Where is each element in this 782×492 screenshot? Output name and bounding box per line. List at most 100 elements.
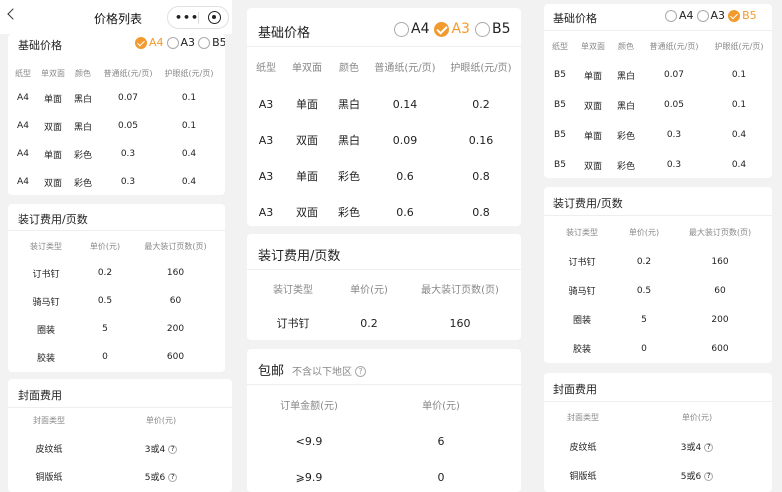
cell-binding-type: 圈装 xyxy=(36,325,55,336)
cell-eye: 0.16 xyxy=(468,133,494,147)
cell-sides: 单面 xyxy=(296,98,318,111)
title-divider xyxy=(247,384,521,385)
cell-shipping-price: 0 xyxy=(437,470,445,484)
cell-binding-type: 骑马钉 xyxy=(32,297,60,308)
cell-eye: 0.4 xyxy=(181,149,197,159)
cell-sides: 双面 xyxy=(296,134,318,147)
cell-normal: 0.05 xyxy=(663,100,685,110)
header-cover-type: 封面类型 xyxy=(33,416,65,425)
question-icon[interactable]: ? xyxy=(704,472,714,481)
cell-sides: 双面 xyxy=(296,206,318,219)
radio-b5[interactable]: B5 xyxy=(198,36,225,49)
cover-price-text: 3或4 xyxy=(144,444,166,455)
radio-label: A3 xyxy=(710,9,726,22)
radio-a3[interactable]: A3 xyxy=(166,36,195,49)
question-icon[interactable]: ? xyxy=(168,472,178,482)
cell-normal: 0.3 xyxy=(666,160,682,170)
header-eye: 护眼纸(元/页) xyxy=(164,69,214,78)
cover-price-text: 3或4 xyxy=(680,443,702,453)
question-icon[interactable]: ? xyxy=(704,443,714,452)
radio-a4[interactable]: A4 xyxy=(135,36,164,49)
header-unit-price: 单价(元) xyxy=(350,285,388,296)
cell-binding-type: 胶装 xyxy=(572,345,591,355)
paper-size-selector: A4 A3 B5 xyxy=(662,9,757,22)
radio-a4[interactable]: A4 xyxy=(394,21,429,37)
base-price-card-b5: 基础价格 A4 A3 B5 纸型 单双面 颜色 普通纸(元/页) 护眼纸(元/页… xyxy=(544,4,772,178)
binding-rows: 订书钉 0.2 160 xyxy=(247,310,521,336)
binding-rows: 订书钉 0.2 160 骑马钉 0.5 60 圈装 5 200 胶装 0 600 xyxy=(8,259,225,371)
radio-label: A4 xyxy=(411,21,430,37)
cell-order-amount: ⩾9.9 xyxy=(295,470,323,484)
cell-normal: 0.07 xyxy=(663,70,685,80)
cell-eye: 0.1 xyxy=(181,121,197,131)
base-price-header-row: 纸型 单双面 颜色 普通纸(元/页) 护眼纸(元/页) xyxy=(247,59,521,74)
cell-cover-price: 5或6? xyxy=(90,470,232,483)
cell-unit-price: 0 xyxy=(641,343,647,354)
cell-sides: 单面 xyxy=(583,131,602,142)
radio-circle xyxy=(394,21,409,37)
radio-circle xyxy=(474,21,490,37)
cover-header-row: 封面类型 单价(元) xyxy=(8,415,232,426)
header-paper: 纸型 xyxy=(15,69,31,78)
header-eye: 护眼纸(元/页) xyxy=(714,42,764,51)
radio-b5[interactable]: B5 xyxy=(474,21,511,37)
cell-sides: 单面 xyxy=(43,150,62,161)
radio-b5[interactable]: B5 xyxy=(728,9,757,22)
radio-label: B5 xyxy=(742,9,757,22)
capsule-menu: ••• xyxy=(167,6,229,29)
base-price-title: 基础价格 xyxy=(553,12,597,25)
cell-paper: A4 xyxy=(17,149,29,159)
radio-circle xyxy=(198,36,211,49)
question-icon[interactable]: ? xyxy=(168,444,178,454)
cell-max-pages: 60 xyxy=(169,296,182,306)
header-sides: 单双面 xyxy=(581,42,605,51)
cell-max-pages: 60 xyxy=(714,285,726,296)
radio-a3[interactable]: A3 xyxy=(434,21,470,37)
cell-max-pages: 600 xyxy=(711,343,729,354)
header-color: 颜色 xyxy=(339,63,359,74)
title-divider xyxy=(8,407,232,408)
radio-a4[interactable]: A4 xyxy=(665,9,694,22)
radio-circle xyxy=(166,36,179,49)
cell-unit-price: 0.2 xyxy=(97,268,113,278)
radio-circle xyxy=(696,9,709,22)
cell-cover-price: 3或4? xyxy=(622,440,772,453)
cell-normal: 0.6 xyxy=(396,169,414,183)
radio-label: B5 xyxy=(491,21,511,37)
radio-label: A4 xyxy=(679,9,694,22)
cell-sides: 单面 xyxy=(43,94,62,105)
header-unit-price: 单价(元) xyxy=(628,228,660,237)
radio-label: B5 xyxy=(212,36,225,49)
cell-binding-type: 订书钉 xyxy=(276,317,310,330)
base-price-rows: A4 单面 黑白 0.07 0.1 A4 双面 黑白 0.05 0.1 A4 单面 彩色 0.3 0.4… xyxy=(8,84,225,195)
cell-cover-type: 铜版纸 xyxy=(35,472,63,483)
binding-header-row: 装订类型 单价(元) 最大装订页数(页) xyxy=(8,241,225,252)
cell-binding-type: 胶装 xyxy=(36,353,55,364)
cover-card-left: 封面费用 封面类型 单价(元) 皮纹纸 3或4? 铜版纸 5或6? xyxy=(8,379,232,492)
radio-circle xyxy=(728,9,741,22)
shipping-header-row: 订单金额(元) 单价(元) xyxy=(247,397,521,412)
capsule-divider xyxy=(198,12,199,24)
more-dots-icon[interactable]: ••• xyxy=(175,12,199,23)
question-icon[interactable]: ? xyxy=(355,366,367,377)
cell-cover-type: 铜版纸 xyxy=(569,472,597,482)
binding-title: 装订费用/页数 xyxy=(258,249,341,264)
cell-max-pages: 600 xyxy=(166,352,185,362)
cell-paper: A3 xyxy=(258,205,274,219)
binding-title: 装订费用/页数 xyxy=(553,197,623,210)
title-divider xyxy=(544,401,772,402)
title-divider xyxy=(247,269,521,270)
header-binding-type: 装订类型 xyxy=(566,228,598,237)
title-divider xyxy=(544,30,772,31)
cell-sides: 双面 xyxy=(43,178,62,189)
header-max-pages: 最大装订页数(页) xyxy=(421,285,499,296)
title-divider xyxy=(8,230,225,231)
header-normal: 普通纸(元/页) xyxy=(649,42,699,51)
radio-a3[interactable]: A3 xyxy=(696,9,726,22)
cell-max-pages: 200 xyxy=(711,314,729,325)
cell-unit-price: 0.2 xyxy=(636,256,652,267)
cell-paper: B5 xyxy=(554,160,566,170)
target-icon[interactable] xyxy=(208,11,221,24)
cell-color: 黑白 xyxy=(338,134,360,147)
cell-eye: 0.8 xyxy=(472,169,490,183)
